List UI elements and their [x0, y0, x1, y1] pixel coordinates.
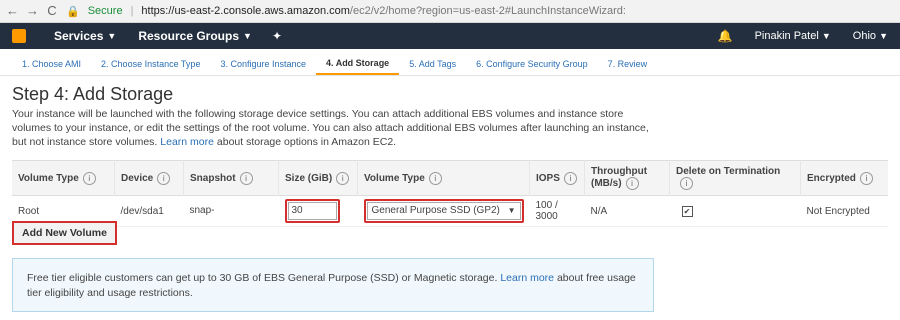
region-menu[interactable]: Ohio ▼ — [853, 30, 888, 42]
volume-type-highlight: General Purpose SSD (GP2) ▼ — [363, 199, 524, 223]
info-icon[interactable]: i — [157, 171, 171, 185]
size-input[interactable]: 30 — [287, 202, 337, 220]
tab-configure-instance[interactable]: 3. Configure Instance — [210, 53, 316, 75]
info-icon[interactable]: i — [82, 171, 96, 185]
chevron-down-icon: ▼ — [507, 206, 516, 215]
tab-add-storage[interactable]: 4. Add Storage — [316, 53, 400, 75]
bell-icon[interactable]: 🔔 — [718, 29, 733, 43]
info-icon[interactable]: i — [859, 171, 873, 185]
header-size: Size (GiB) i — [278, 160, 358, 196]
wizard-tabs: 1. Choose AMI 2. Choose Instance Type 3.… — [0, 53, 900, 76]
delete-on-termination-checkbox[interactable]: ✔ — [681, 205, 693, 217]
aws-cube-icon — [12, 29, 26, 43]
header-delete-on-termination: Delete on Terminationi — [669, 160, 801, 196]
page-description: Your instance will be launched with the … — [12, 107, 657, 149]
back-icon[interactable]: ← — [6, 0, 19, 22]
table-row: Root /dev/sda1 snap- 30 General Purpose … — [12, 195, 888, 227]
info-icon[interactable]: i — [336, 171, 350, 185]
resource-groups-label: Resource Groups — [138, 29, 240, 43]
address-bar[interactable]: https://us-east-2.console.aws.amazon.com… — [141, 5, 626, 17]
tab-choose-instance-type[interactable]: 2. Choose Instance Type — [91, 53, 210, 75]
info-icon[interactable]: i — [625, 177, 639, 190]
learn-more-link[interactable]: Learn more — [160, 136, 214, 148]
services-menu[interactable]: Services ▼ — [54, 29, 116, 43]
size-highlight: 30 — [284, 199, 340, 223]
chevron-down-icon: ▼ — [243, 31, 252, 41]
tab-review[interactable]: 7. Review — [598, 53, 658, 75]
header-device: Device i — [114, 160, 184, 196]
volume-type-select[interactable]: General Purpose SSD (GP2) ▼ — [366, 202, 521, 220]
header-throughput: Throughput (MB/s) i — [584, 160, 670, 196]
browser-toolbar: ← → C 🔒 Secure | https://us-east-2.conso… — [0, 0, 900, 23]
info-icon[interactable]: i — [239, 171, 253, 185]
header-volume-type: Volume Type i — [12, 160, 115, 196]
resource-groups-menu[interactable]: Resource Groups ▼ — [138, 29, 252, 43]
header-iops: IOPS i — [529, 160, 585, 196]
tab-choose-ami[interactable]: 1. Choose AMI — [12, 53, 91, 75]
cell-iops: 100 / 3000 — [529, 195, 585, 227]
cell-ebs-volume-type: General Purpose SSD (GP2) ▼ — [357, 195, 530, 227]
volume-type-value: General Purpose SSD (GP2) — [371, 205, 500, 216]
tab-add-tags[interactable]: 5. Add Tags — [399, 53, 466, 75]
cell-snapshot: snap- — [183, 195, 279, 227]
storage-table: Volume Type i Device i Snapshot i Size (GiB… — [12, 160, 888, 227]
pin-icon[interactable]: ✦ — [272, 29, 282, 43]
url-host: https://us-east-2.console.aws.amazon.com — [141, 5, 350, 17]
lock-icon: 🔒 — [66, 5, 80, 18]
chevron-down-icon: ▼ — [879, 31, 888, 41]
reload-icon[interactable]: C — [46, 0, 58, 22]
region-name: Ohio — [852, 30, 877, 42]
services-label: Services — [54, 29, 104, 43]
user-name: Pinakin Patel — [754, 30, 819, 42]
description-tail: about storage options in Amazon EC2. — [216, 136, 397, 148]
user-menu[interactable]: Pinakin Patel ▼ — [755, 30, 831, 42]
page-title: Step 4: Add Storage — [12, 84, 174, 104]
header-encrypted: Encrypted i — [801, 161, 889, 196]
url-path: /ec2/v2/home?region=us-east-2#LaunchInst… — [349, 5, 626, 17]
header-ebs-volume-type: Volume Type i — [357, 160, 530, 196]
chevron-down-icon: ▼ — [821, 31, 831, 41]
aws-top-nav: Services ▼ Resource Groups ▼ ✦ 🔔 Pinakin… — [0, 23, 900, 49]
header-snapshot: Snapshot i — [183, 160, 279, 196]
free-tier-note: Free tier eligible customers can get up … — [12, 258, 654, 312]
tab-configure-security-group[interactable]: 6. Configure Security Group — [466, 53, 598, 75]
info-icon[interactable]: i — [563, 171, 577, 185]
cell-encrypted: Not Encrypted — [800, 195, 888, 227]
note-text: Free tier eligible customers can get up … — [27, 272, 498, 284]
chevron-down-icon: ▼ — [107, 31, 117, 41]
info-icon[interactable]: i — [680, 177, 693, 190]
cell-size: 30 — [278, 195, 358, 227]
cell-delete-on-termination: ✔ — [669, 195, 801, 227]
info-icon[interactable]: i — [428, 171, 442, 185]
forward-icon[interactable]: → — [26, 0, 39, 22]
table-header-row: Volume Type i Device i Snapshot i Size (GiB… — [12, 160, 889, 196]
cell-device: /dev/sda1 — [114, 195, 184, 227]
secure-label: Secure — [87, 5, 123, 17]
url-separator: | — [130, 5, 134, 17]
aws-logo[interactable] — [6, 23, 32, 49]
note-learn-more-link[interactable]: Learn more — [500, 272, 554, 284]
add-new-volume-button[interactable]: Add New Volume — [12, 221, 117, 245]
cell-throughput: N/A — [584, 195, 670, 227]
